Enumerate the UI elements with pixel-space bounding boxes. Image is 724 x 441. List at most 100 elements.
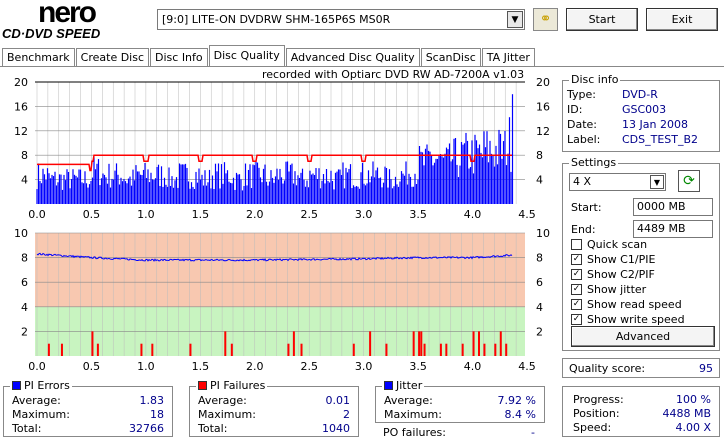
y-tick-label: 16 bbox=[14, 100, 28, 113]
id-value: GSC003 bbox=[622, 103, 667, 116]
drive-value: [9:0] LITE-ON DVDRW SHM-165P6S MS0R bbox=[162, 13, 391, 26]
pi-failure-bar bbox=[60, 343, 63, 356]
pi-errors-average-label: Average: bbox=[12, 394, 61, 407]
x-tick-label: 3.0 bbox=[355, 360, 373, 373]
y-tick-label-right: 16 bbox=[536, 100, 550, 113]
date-label: Date: bbox=[567, 118, 597, 131]
pi-failure-bar bbox=[287, 343, 290, 356]
po-failures-value: - bbox=[531, 426, 535, 439]
cd-dvd-speed-logo: CD·DVD SPEED bbox=[2, 26, 101, 41]
disc-info-group: Disc info Type: DVD-R ID: GSC003 Date: 13 J… bbox=[562, 73, 720, 152]
x-tick-label: 1.0 bbox=[137, 208, 155, 221]
checkbox-label: Show write speed bbox=[587, 313, 685, 326]
pi-failure-bar bbox=[151, 343, 154, 356]
checkbox-show-c1-pie[interactable]: ✓ Show C1/PIE bbox=[571, 252, 685, 267]
tab-benchmark[interactable]: Benchmark bbox=[2, 48, 75, 66]
id-label: ID: bbox=[567, 103, 583, 116]
chevron-down-icon[interactable]: ▼ bbox=[650, 175, 664, 189]
pi-failure-bar bbox=[300, 343, 303, 356]
y-tick-label: 6 bbox=[21, 276, 28, 289]
progress-value: 100 % bbox=[676, 393, 711, 406]
x-tick-label: 1.5 bbox=[192, 360, 210, 373]
type-value: DVD-R bbox=[622, 88, 658, 101]
checkbox-box[interactable]: ✓ bbox=[571, 254, 582, 265]
jitter-title: Jitter bbox=[396, 379, 423, 392]
pi-errors-maximum-label: Maximum: bbox=[12, 408, 70, 421]
pi-failure-bar bbox=[505, 343, 508, 356]
start-button[interactable]: Start bbox=[566, 8, 638, 31]
po-failures: PO failures: - bbox=[383, 426, 535, 439]
jitter-average: 7.92 % bbox=[497, 394, 536, 407]
checkbox-label: Show jitter bbox=[587, 283, 647, 296]
settings-title: Settings bbox=[569, 156, 619, 169]
y-tick-label: 12 bbox=[14, 125, 28, 138]
y-tick-label-right: 20 bbox=[536, 76, 550, 89]
divider bbox=[0, 66, 724, 67]
checkbox-box[interactable]: ✓ bbox=[571, 269, 582, 280]
y-tick-label: 2 bbox=[21, 325, 28, 338]
x-tick-label: 3.5 bbox=[409, 360, 427, 373]
pi-failure-bar bbox=[472, 331, 475, 356]
checkbox-show-read-speed[interactable]: ✓ Show read speed bbox=[571, 297, 685, 312]
drive-select[interactable]: [9:0] LITE-ON DVDRW SHM-165P6S MS0R ▼ bbox=[157, 9, 525, 30]
quality-value: 95 bbox=[699, 362, 713, 375]
jitter-maximum: 8.4 % bbox=[504, 408, 536, 421]
tab-create-disc[interactable]: Create Disc bbox=[75, 48, 150, 66]
pi-failure-bar bbox=[499, 331, 502, 356]
start-input[interactable]: 0000 MB bbox=[633, 198, 713, 216]
type-label: Type: bbox=[567, 88, 596, 101]
checkbox-label: Quick scan bbox=[587, 238, 648, 251]
pi-failure-bar bbox=[47, 343, 50, 356]
pi-failure-bar bbox=[140, 343, 143, 356]
end-label: End: bbox=[571, 223, 596, 236]
progress-group: Progress: 100 % Position: 4488 MB Speed: 4.… bbox=[562, 386, 720, 437]
x-tick-label: 3.0 bbox=[355, 208, 373, 221]
pi-failures-total: 1040 bbox=[322, 422, 350, 435]
pi-failures-maximum-label: Maximum: bbox=[198, 408, 256, 421]
pi-failure-bar bbox=[385, 343, 388, 356]
end-input[interactable]: 4489 MB bbox=[633, 220, 713, 238]
chain-icon[interactable]: ⚭ bbox=[533, 8, 558, 31]
label-label: Label: bbox=[567, 133, 601, 146]
tab-scandisc[interactable]: ScanDisc bbox=[420, 48, 481, 66]
checkbox-box[interactable]: ✓ bbox=[571, 284, 582, 295]
pi-failure-bar bbox=[292, 331, 295, 356]
y-tick-label-right: 10 bbox=[536, 227, 550, 240]
checkbox-box[interactable]: ✓ bbox=[571, 299, 582, 310]
y-tick-label: 10 bbox=[14, 227, 28, 240]
checkbox-show-c2-pif[interactable]: ✓ Show C2/PIF bbox=[571, 267, 685, 282]
tab-ta-jitter[interactable]: TA Jitter bbox=[481, 48, 535, 66]
date-value: 13 Jan 2008 bbox=[622, 118, 688, 131]
jitter-maximum-label: Maximum: bbox=[384, 408, 442, 421]
pi-failure-bar bbox=[189, 343, 192, 356]
checkbox-label: Show C2/PIF bbox=[587, 268, 655, 281]
checkbox-box[interactable]: ✓ bbox=[571, 314, 582, 325]
speed-select[interactable]: 4 X ▼ bbox=[569, 173, 666, 191]
x-tick-label: 1.5 bbox=[192, 208, 210, 221]
refresh-icon[interactable]: ⟳ bbox=[678, 170, 700, 192]
exit-button[interactable]: Exit bbox=[646, 8, 718, 31]
tab-advanced-disc-quality[interactable]: Advanced Disc Quality bbox=[285, 48, 420, 66]
speed-value: 4.00 X bbox=[675, 421, 711, 434]
pi-failures-maximum: 2 bbox=[343, 408, 350, 421]
tab-disc-info[interactable]: Disc Info bbox=[150, 48, 208, 66]
x-tick-label: 0.0 bbox=[28, 360, 46, 373]
checkbox-quick-scan[interactable]: Quick scan bbox=[571, 237, 685, 252]
checkbox-show-jitter[interactable]: ✓ Show jitter bbox=[571, 282, 685, 297]
checkbox-label: Show C1/PIE bbox=[587, 253, 656, 266]
x-tick-label: 2.0 bbox=[246, 360, 264, 373]
jitter-legend-icon bbox=[384, 381, 393, 390]
chevron-down-icon[interactable]: ▼ bbox=[507, 11, 523, 28]
y-tick-label: 8 bbox=[21, 149, 28, 162]
tab-disc-quality[interactable]: Disc Quality bbox=[208, 45, 285, 66]
checkbox-label: Show read speed bbox=[587, 298, 682, 311]
x-tick-label: 2.5 bbox=[300, 360, 318, 373]
advanced-button[interactable]: Advanced bbox=[571, 326, 715, 347]
y-tick-label: 4 bbox=[21, 174, 28, 187]
y-tick-label-right: 4 bbox=[536, 301, 543, 314]
checkbox-show-write-speed[interactable]: ✓ Show write speed bbox=[571, 312, 685, 327]
checkbox-box[interactable] bbox=[571, 239, 582, 250]
x-tick-label: 0.5 bbox=[83, 360, 101, 373]
pi-failure-bar bbox=[445, 343, 448, 356]
speed-label: Speed: bbox=[573, 421, 612, 434]
